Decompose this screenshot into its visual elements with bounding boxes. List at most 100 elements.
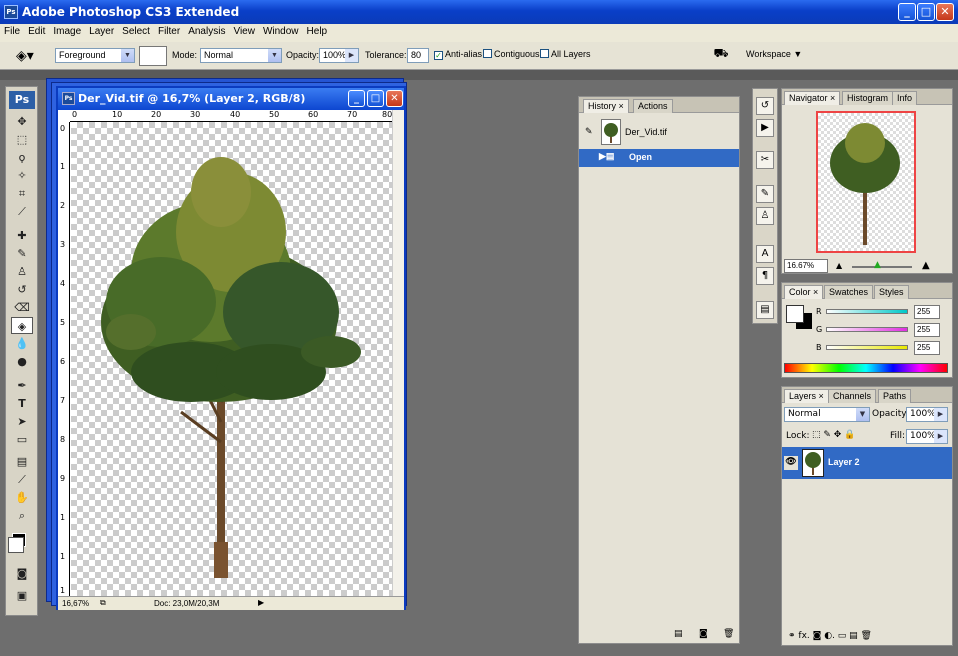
red-value[interactable]: 255	[914, 305, 940, 319]
doc-close-button[interactable]: ✕	[386, 90, 403, 107]
lasso-icon[interactable]: ϙ	[11, 149, 33, 166]
vertical-scrollbar[interactable]	[392, 110, 404, 596]
menu-window[interactable]: Window	[259, 24, 303, 37]
zoom-slider-thumb[interactable]: ▲	[874, 260, 881, 270]
menu-analysis[interactable]: Analysis	[184, 24, 229, 37]
document-titlebar[interactable]: Ps Der_Vid.tif @ 16,7% (Layer 2, RGB/8) …	[58, 88, 404, 110]
history-snapshot[interactable]: ✎ Der_Vid.tif	[579, 117, 739, 149]
menu-select[interactable]: Select	[118, 24, 154, 37]
brush-icon[interactable]: ✎	[11, 245, 33, 262]
history-state[interactable]: ▶▤ Open	[579, 149, 739, 167]
layer-comps-icon[interactable]: ▤	[756, 301, 774, 319]
workspace-button[interactable]: Workspace ▼	[746, 49, 802, 59]
green-value[interactable]: 255	[914, 323, 940, 337]
menu-filter[interactable]: Filter	[154, 24, 184, 37]
blend-mode-select[interactable]: Normal ▼	[784, 407, 870, 422]
document-window[interactable]: Ps Der_Vid.tif @ 16,7% (Layer 2, RGB/8) …	[56, 86, 406, 610]
menu-view[interactable]: View	[229, 24, 259, 37]
paint-bucket-icon[interactable]: ◈	[11, 317, 33, 334]
background-color-swatch[interactable]	[8, 537, 24, 553]
layer-opacity-input[interactable]: 100% ▶	[906, 407, 948, 422]
zoom-out-icon[interactable]: ▲	[836, 261, 842, 270]
clone-stamp-icon[interactable]: ♙	[11, 263, 33, 280]
path-selection-icon[interactable]: ➤	[11, 413, 33, 430]
opacity-input[interactable]: 100% ▶	[319, 48, 359, 63]
mode-select[interactable]: Normal ▼	[200, 48, 282, 63]
notes-icon[interactable]: ▤	[11, 453, 33, 470]
tab-info[interactable]: Info	[892, 91, 918, 105]
tab-swatches[interactable]: Swatches	[824, 285, 874, 299]
blue-slider[interactable]	[826, 345, 908, 350]
zoom-level[interactable]: 16,67%	[62, 599, 89, 608]
hand-icon[interactable]: ✋	[11, 489, 33, 506]
bridge-icon[interactable]: ⛟	[712, 46, 730, 64]
menu-image[interactable]: Image	[49, 24, 85, 37]
layer-fill-input[interactable]: 100% ▶	[906, 429, 948, 444]
new-snapshot-icon[interactable]: ◙	[699, 629, 708, 639]
healing-brush-icon[interactable]: ✚	[11, 227, 33, 244]
type-icon[interactable]: T	[11, 395, 33, 412]
tab-actions[interactable]: Actions	[633, 99, 673, 113]
tool-preset-paint-bucket-icon[interactable]: ◈▾	[16, 47, 42, 65]
maximize-button[interactable]: □	[917, 3, 935, 21]
color-spectrum-ramp[interactable]	[784, 363, 948, 373]
menu-help[interactable]: Help	[303, 24, 332, 37]
move-icon[interactable]: ✥	[11, 113, 33, 130]
tab-paths[interactable]: Paths	[878, 389, 912, 403]
lock-icons[interactable]: ⬚ ✎ ✥ 🔒	[812, 430, 855, 440]
tab-channels[interactable]: Channels	[828, 389, 877, 403]
navigator-zoom-input[interactable]: 16.67%	[784, 259, 828, 273]
foreground-color-chip[interactable]	[786, 305, 804, 323]
trash-icon[interactable]: 🗑	[723, 629, 734, 639]
magic-wand-icon[interactable]: ✧	[11, 167, 33, 184]
minimize-button[interactable]: _	[898, 3, 916, 21]
history-panel-icon[interactable]: ↺	[756, 97, 774, 115]
all-layers-checkbox[interactable]: All Layers	[540, 49, 591, 59]
tab-color[interactable]: Color ×	[784, 285, 824, 299]
tolerance-input[interactable]: 80	[407, 48, 429, 63]
tool-presets-icon[interactable]: ✂	[756, 151, 774, 169]
clone-source-icon[interactable]: ♙	[756, 207, 774, 225]
eye-icon[interactable]: 👁	[784, 456, 798, 470]
tab-navigator[interactable]: Navigator ×	[784, 91, 841, 105]
brushes-panel-icon[interactable]: ✎	[756, 185, 774, 203]
new-document-from-state-icon[interactable]: ▤	[674, 629, 683, 639]
doc-minimize-button[interactable]: _	[348, 90, 365, 107]
screen-mode-icon[interactable]: ▣	[11, 587, 33, 604]
crop-icon[interactable]: ⌗	[11, 185, 33, 202]
pen-icon[interactable]: ✒	[11, 377, 33, 394]
antialias-checkbox[interactable]: ✓ Anti-alias	[434, 49, 482, 60]
green-slider[interactable]	[826, 327, 908, 332]
menu-layer[interactable]: Layer	[85, 24, 118, 37]
status-menu-arrow-icon[interactable]: ▶	[258, 598, 264, 607]
dodge-icon[interactable]: ●	[11, 353, 33, 370]
tab-histogram[interactable]: Histogram	[842, 91, 894, 105]
close-button[interactable]: ✕	[936, 3, 954, 21]
status-icon[interactable]: ⧉	[100, 598, 106, 608]
tab-styles[interactable]: Styles	[874, 285, 909, 299]
marquee-icon[interactable]: ⬚	[11, 131, 33, 148]
history-brush-icon[interactable]: ↺	[11, 281, 33, 298]
rectangle-icon[interactable]: ▭	[11, 431, 33, 448]
red-slider[interactable]	[826, 309, 908, 314]
layers-footer-icons[interactable]: ⚭ fx. ◙ ◐. ▭ ▤ 🗑	[788, 631, 872, 641]
fill-source-select[interactable]: Foreground ▼	[55, 48, 135, 63]
doc-maximize-button[interactable]: □	[367, 90, 384, 107]
actions-panel-icon[interactable]: ▶	[756, 119, 774, 137]
zoom-icon[interactable]: ⌕	[11, 507, 33, 524]
slice-icon[interactable]: ⟋	[11, 203, 33, 220]
eraser-icon[interactable]: ⌫	[11, 299, 33, 316]
blue-value[interactable]: 255	[914, 341, 940, 355]
contiguous-checkbox[interactable]: Contiguous	[483, 49, 540, 59]
eyedropper-icon[interactable]: ⟋	[11, 471, 33, 488]
menu-edit[interactable]: Edit	[24, 24, 49, 37]
layer-row[interactable]: 👁 Layer 2	[782, 447, 952, 479]
pattern-picker[interactable]	[139, 46, 167, 66]
tab-layers[interactable]: Layers ×	[784, 389, 829, 403]
menu-file[interactable]: File	[0, 24, 24, 37]
character-panel-icon[interactable]: A	[756, 245, 774, 263]
navigator-preview[interactable]	[816, 111, 916, 253]
document-canvas[interactable]	[71, 122, 392, 596]
zoom-in-icon[interactable]: ▲	[922, 260, 930, 271]
tab-history[interactable]: History ×	[583, 99, 629, 113]
